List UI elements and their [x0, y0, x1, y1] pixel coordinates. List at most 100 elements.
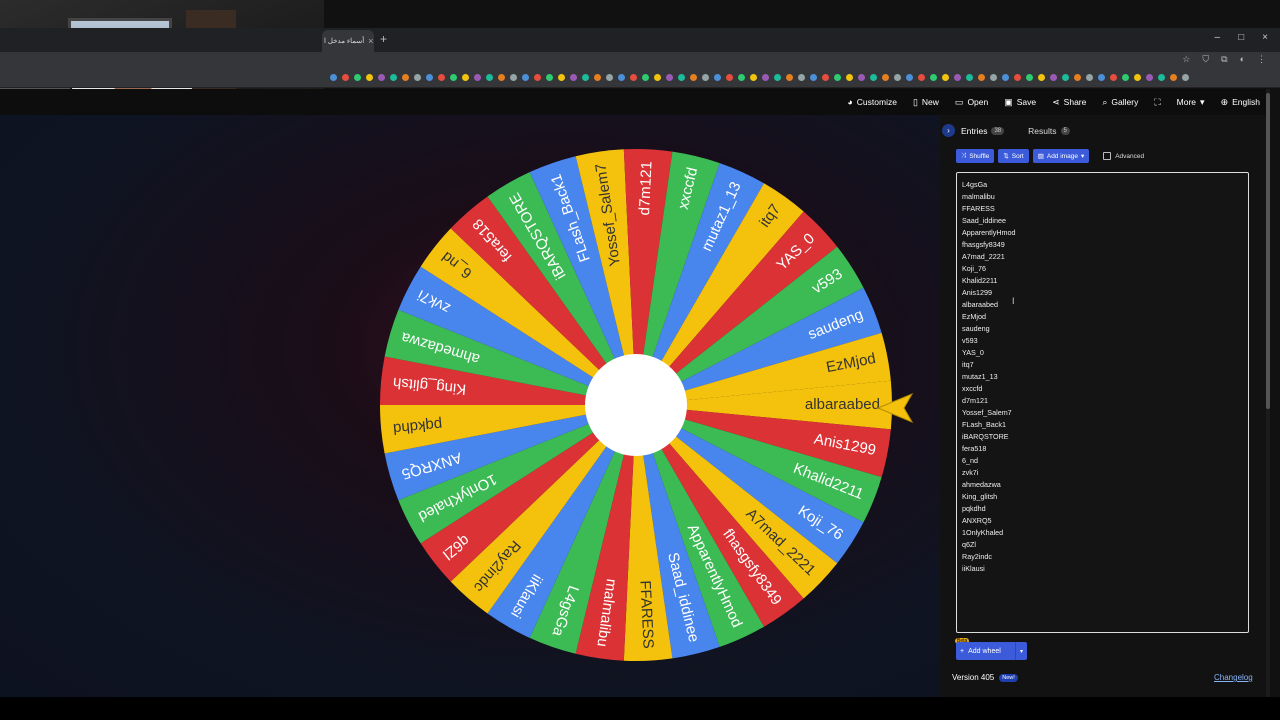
- bookmark-icon[interactable]: [858, 74, 865, 81]
- bookmark-icon[interactable]: [990, 74, 997, 81]
- bookmark-icon[interactable]: [462, 74, 469, 81]
- bookmark-icon[interactable]: [522, 74, 529, 81]
- bookmark-icon[interactable]: [1062, 74, 1069, 81]
- bookmark-icon[interactable]: [786, 74, 793, 81]
- bookmark-icon[interactable]: [498, 74, 505, 81]
- bookmark-icon[interactable]: [894, 74, 901, 81]
- close-window-button[interactable]: ×: [1262, 32, 1268, 43]
- open-button[interactable]: ▭ Open: [955, 97, 988, 108]
- language-button[interactable]: ⊕ English: [1221, 97, 1260, 108]
- bookmark-icon[interactable]: [558, 74, 565, 81]
- bookmark-icon[interactable]: [870, 74, 877, 81]
- bookmark-icon[interactable]: [450, 74, 457, 81]
- new-button[interactable]: ▯ New: [913, 97, 939, 108]
- more-button[interactable]: More ▾: [1177, 97, 1205, 108]
- fullscreen-button[interactable]: ⛶: [1154, 97, 1160, 108]
- bookmark-icon[interactable]: [1158, 74, 1165, 81]
- bookmark-icon[interactable]: [942, 74, 949, 81]
- bookmark-icon[interactable]: [714, 74, 721, 81]
- share-button[interactable]: ⋖ Share: [1052, 97, 1086, 108]
- bookmark-icon[interactable]: [954, 74, 961, 81]
- bookmark-icon[interactable]: [738, 74, 745, 81]
- wheel-svg[interactable]: albaraabedAnis1299Khalid2211Koji_76A7mad…: [378, 147, 894, 663]
- gallery-button[interactable]: ⌕ Gallery: [1102, 97, 1138, 108]
- shuffle-button[interactable]: ⤨ Shuffle: [956, 149, 995, 163]
- entries-textarea[interactable]: L4gsGa malmalibu FFARESS Saad_iddinee Appare…: [956, 172, 1249, 633]
- bookmark-icon[interactable]: [486, 74, 493, 81]
- bookmark-icon[interactable]: [906, 74, 913, 81]
- bookmark-icon[interactable]: [606, 74, 613, 81]
- add-wheel-dropdown-icon[interactable]: ▾: [1015, 642, 1027, 660]
- bookmark-icon[interactable]: [810, 74, 817, 81]
- bookmark-icon[interactable]: [750, 74, 757, 81]
- advanced-toggle[interactable]: Advanced: [1103, 152, 1144, 160]
- bookmark-icon[interactable]: [618, 74, 625, 81]
- bookmark-icon[interactable]: [1074, 74, 1081, 81]
- bookmark-icon[interactable]: [1002, 74, 1009, 81]
- bookmark-icon[interactable]: [1110, 74, 1117, 81]
- bookmark-icon[interactable]: [1170, 74, 1177, 81]
- page-scrollbar[interactable]: [1266, 89, 1270, 697]
- bookmark-icon[interactable]: [1146, 74, 1153, 81]
- tab-close-icon[interactable]: ×: [368, 36, 373, 46]
- bookmark-icon[interactable]: [666, 74, 673, 81]
- bookmark-icon[interactable]: [678, 74, 685, 81]
- bookmark-icon[interactable]: [1014, 74, 1021, 81]
- changelog-link[interactable]: Changelog: [1214, 673, 1253, 682]
- customize-button[interactable]: ◕ Customize: [847, 97, 897, 107]
- bookmark-icon[interactable]: [918, 74, 925, 81]
- bookmark-icon[interactable]: [402, 74, 409, 81]
- bookmark-icon[interactable]: [690, 74, 697, 81]
- bookmark-icon[interactable]: [534, 74, 541, 81]
- bookmark-icon[interactable]: [510, 74, 517, 81]
- bookmark-icon[interactable]: [702, 74, 709, 81]
- bookmark-icon[interactable]: [414, 74, 421, 81]
- bookmark-icon[interactable]: [330, 74, 337, 81]
- bookmark-icon[interactable]: [966, 74, 973, 81]
- new-tab-button[interactable]: +: [380, 32, 387, 46]
- bookmark-icon[interactable]: [642, 74, 649, 81]
- add-image-button[interactable]: ▨ Add image ▾: [1032, 149, 1090, 163]
- tab-results[interactable]: Results 5: [1028, 126, 1070, 136]
- profile-icon[interactable]: ◐: [1240, 54, 1245, 65]
- bookmark-icon[interactable]: [822, 74, 829, 81]
- add-wheel-button[interactable]: + Add wheel ▾: [956, 642, 1027, 660]
- save-button[interactable]: ▣ Save: [1004, 97, 1036, 108]
- bookmark-icon[interactable]: [582, 74, 589, 81]
- chevron-right-icon[interactable]: ›: [942, 124, 955, 137]
- bookmark-icon[interactable]: [1134, 74, 1141, 81]
- bookmark-icon[interactable]: [630, 74, 637, 81]
- bookmark-icon[interactable]: [342, 74, 349, 81]
- scrollbar-thumb[interactable]: [1266, 93, 1270, 409]
- bookmark-icon[interactable]: [546, 74, 553, 81]
- bookmark-icon[interactable]: [354, 74, 361, 81]
- tab-entries[interactable]: Entries 38: [961, 126, 1005, 136]
- bookmark-icon[interactable]: [798, 74, 805, 81]
- advanced-checkbox[interactable]: [1103, 152, 1112, 160]
- bookmark-icon[interactable]: [762, 74, 769, 81]
- bookmark-icon[interactable]: [1122, 74, 1129, 81]
- bookmark-icon[interactable]: [654, 74, 661, 81]
- bookmark-icon[interactable]: [474, 74, 481, 81]
- bookmark-icon[interactable]: [1038, 74, 1045, 81]
- address-bar[interactable]: ☆ ⛉ ⧉ ◐ ⋮: [0, 52, 1280, 70]
- minimize-button[interactable]: –: [1215, 32, 1221, 43]
- wheel-center[interactable]: [585, 354, 687, 456]
- puzzle-icon[interactable]: ⧉: [1221, 54, 1227, 65]
- bookmark-icon[interactable]: [570, 74, 577, 81]
- maximize-button[interactable]: □: [1238, 32, 1244, 43]
- browser-tab[interactable]: أسماء مدخل ا ×: [322, 30, 374, 52]
- menu-dots-icon[interactable]: ⋮: [1257, 54, 1266, 65]
- bookmark-icon[interactable]: [390, 74, 397, 81]
- shield-icon[interactable]: ⛉: [1202, 54, 1209, 65]
- bookmark-icon[interactable]: [594, 74, 601, 81]
- bookmark-icon[interactable]: [1050, 74, 1057, 81]
- bookmark-icon[interactable]: [882, 74, 889, 81]
- bookmark-icon[interactable]: [1026, 74, 1033, 81]
- bookmark-icon[interactable]: [366, 74, 373, 81]
- bookmark-icon[interactable]: [930, 74, 937, 81]
- star-icon[interactable]: ☆: [1182, 54, 1190, 65]
- bookmark-icon[interactable]: [978, 74, 985, 81]
- bookmark-icon[interactable]: [426, 74, 433, 81]
- bookmark-icon[interactable]: [1086, 74, 1093, 81]
